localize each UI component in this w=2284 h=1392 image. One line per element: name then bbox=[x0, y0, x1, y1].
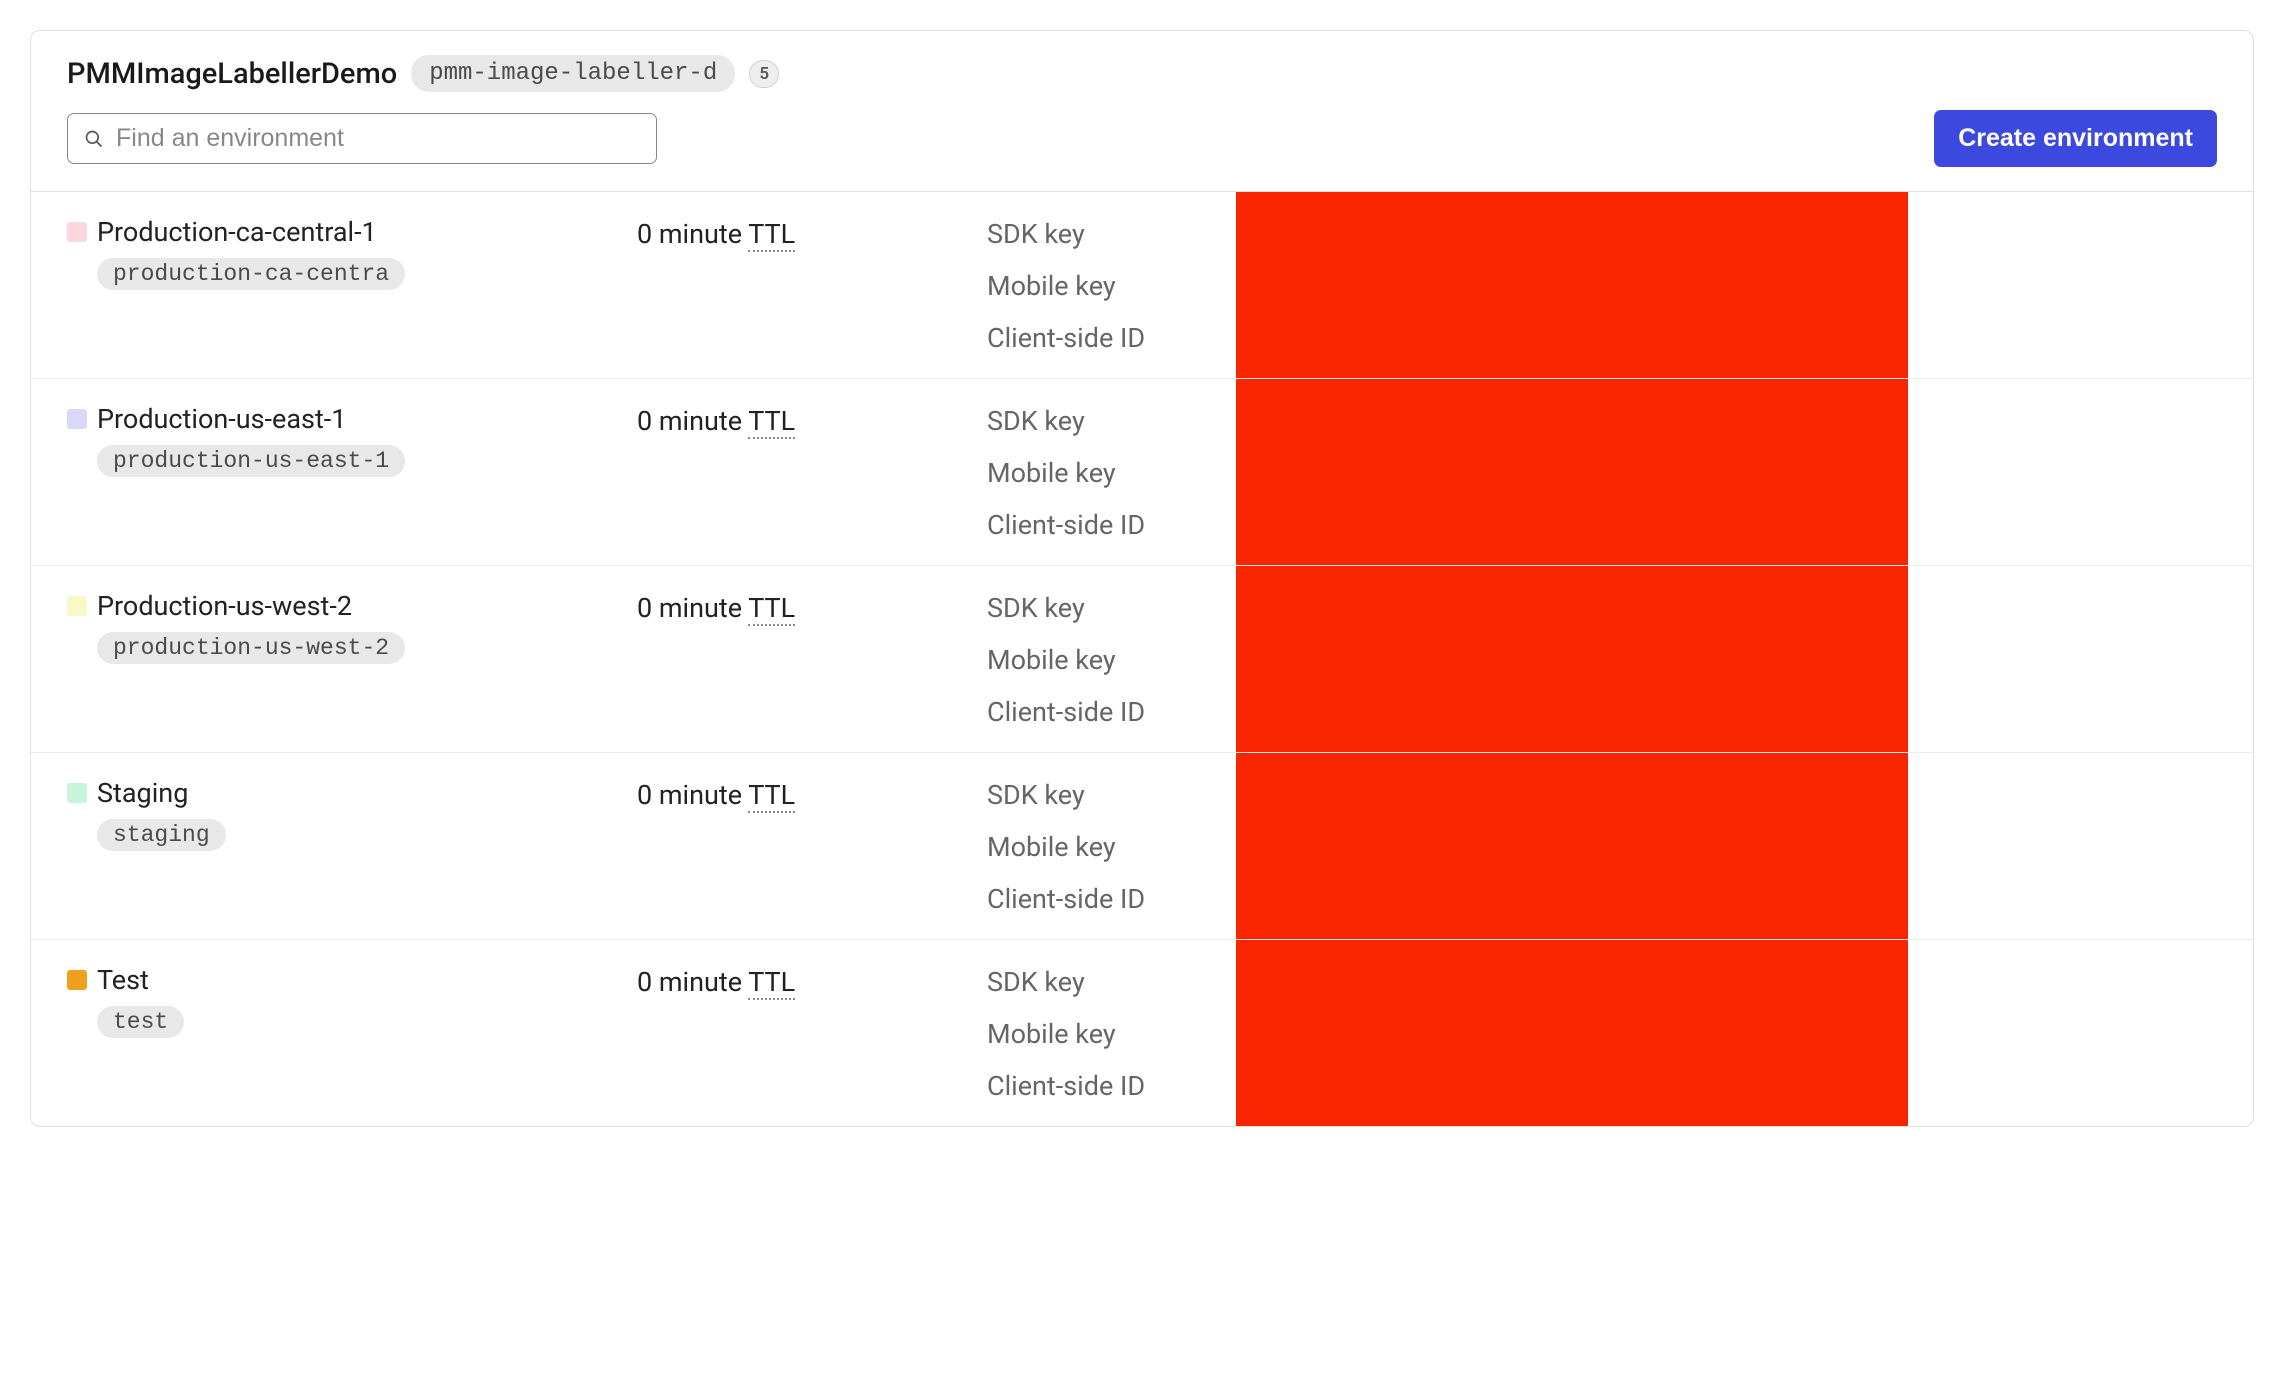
mobile-key-row: Mobile key bbox=[987, 831, 2217, 863]
client-key-row: Client-side ID bbox=[987, 509, 2217, 541]
search-input[interactable] bbox=[116, 124, 640, 153]
search-row: Create environment bbox=[67, 110, 2217, 167]
environment-row[interactable]: Production-us-east-1 production-us-east-1… bbox=[31, 379, 2253, 566]
ttl-column: 0 minute TTL bbox=[637, 403, 987, 437]
environment-name: Production-us-east-1 bbox=[97, 403, 346, 435]
environment-color-swatch bbox=[67, 409, 87, 429]
mobile-key-label: Mobile key bbox=[987, 457, 1116, 489]
sdk-key-row: SDK key bbox=[987, 779, 2217, 811]
environment-name: Production-us-west-2 bbox=[97, 590, 352, 622]
client-key-label: Client-side ID bbox=[987, 1070, 1145, 1102]
keys-column: SDK key Mobile key Client-side ID bbox=[987, 964, 2217, 1102]
client-key-label: Client-side ID bbox=[987, 322, 1145, 354]
environments-list: Production-ca-central-1 production-ca-cen… bbox=[31, 192, 2253, 1126]
client-key-label: Client-side ID bbox=[987, 883, 1145, 915]
environment-key-pill: test bbox=[97, 1006, 184, 1038]
environment-name: Test bbox=[97, 964, 149, 996]
environment-key-pill: production-us-east-1 bbox=[97, 445, 405, 477]
ttl-label: TTL bbox=[748, 405, 795, 439]
ttl-value: 0 minute bbox=[637, 405, 748, 437]
environment-name-column: Staging staging bbox=[67, 777, 637, 851]
ttl-label: TTL bbox=[748, 218, 795, 252]
sdk-key-label: SDK key bbox=[987, 779, 1085, 811]
environment-color-swatch bbox=[67, 970, 87, 990]
client-key-row: Client-side ID bbox=[987, 883, 2217, 915]
ttl-label: TTL bbox=[748, 779, 795, 813]
sdk-key-label: SDK key bbox=[987, 592, 1085, 624]
environment-name-column: Production-ca-central-1 production-ca-cen… bbox=[67, 216, 637, 290]
mobile-key-row: Mobile key bbox=[987, 270, 2217, 302]
environment-row[interactable]: Testtest0 minute TTLSDK keyMobile keyCli… bbox=[31, 940, 2253, 1126]
ttl-label: TTL bbox=[748, 592, 795, 626]
sdk-key-label: SDK key bbox=[987, 966, 1085, 998]
project-title: PMMImageLabellerDemo bbox=[67, 57, 397, 91]
ttl-column: 0 minute TTL bbox=[637, 964, 987, 998]
environment-color-swatch bbox=[67, 783, 87, 803]
environment-name: Staging bbox=[97, 777, 188, 809]
environment-name-column: Production-us-east-1 production-us-east-1 bbox=[67, 403, 637, 477]
environment-key-pill: staging bbox=[97, 819, 226, 851]
client-key-label: Client-side ID bbox=[987, 509, 1145, 541]
mobile-key-row: Mobile key bbox=[987, 1018, 2217, 1050]
ttl-column: 0 minute TTL bbox=[637, 216, 987, 250]
mobile-key-label: Mobile key bbox=[987, 270, 1116, 302]
environment-key-pill: production-ca-centra bbox=[97, 258, 405, 290]
environment-name-block: Test test bbox=[97, 964, 184, 1038]
environment-color-swatch bbox=[67, 596, 87, 616]
client-key-row: Client-side ID bbox=[987, 696, 2217, 728]
environment-name: Production-ca-central-1 bbox=[97, 216, 377, 248]
environment-name-block: Production-us-east-1 production-us-east-1 bbox=[97, 403, 405, 477]
ttl-column: 0 minute TTL bbox=[637, 777, 987, 811]
environment-name-block: Production-us-west-2 production-us-west-2 bbox=[97, 590, 405, 664]
mobile-key-label: Mobile key bbox=[987, 831, 1116, 863]
ttl-label: TTL bbox=[748, 966, 795, 1000]
ttl-value: 0 minute bbox=[637, 779, 748, 811]
mobile-key-label: Mobile key bbox=[987, 644, 1116, 676]
client-key-row: Client-side ID bbox=[987, 1070, 2217, 1102]
sdk-key-row: SDK key bbox=[987, 966, 2217, 998]
keys-column: SDK key Mobile key Client-side ID bbox=[987, 216, 2217, 354]
client-key-label: Client-side ID bbox=[987, 696, 1145, 728]
environment-name-block: Staging staging bbox=[97, 777, 226, 851]
environments-panel: PMMImageLabellerDemo pmm-image-labeller-… bbox=[30, 30, 2254, 1127]
sdk-key-row: SDK key bbox=[987, 405, 2217, 437]
ttl-column: 0 minute TTL bbox=[637, 590, 987, 624]
environment-row[interactable]: Production-us-west-2 production-us-west-2… bbox=[31, 566, 2253, 753]
environment-name-block: Production-ca-central-1 production-ca-cen… bbox=[97, 216, 405, 290]
environment-count-badge: 5 bbox=[749, 60, 779, 88]
sdk-key-label: SDK key bbox=[987, 405, 1085, 437]
title-row: PMMImageLabellerDemo pmm-image-labeller-… bbox=[67, 55, 2217, 92]
mobile-key-row: Mobile key bbox=[987, 644, 2217, 676]
search-icon bbox=[84, 129, 104, 149]
project-key-pill: pmm-image-labeller-d bbox=[411, 55, 735, 92]
mobile-key-label: Mobile key bbox=[987, 1018, 1116, 1050]
mobile-key-row: Mobile key bbox=[987, 457, 2217, 489]
keys-column: SDK key Mobile key Client-side ID bbox=[987, 590, 2217, 728]
environment-name-column: Production-us-west-2 production-us-west-2 bbox=[67, 590, 637, 664]
search-box[interactable] bbox=[67, 113, 657, 164]
sdk-key-row: SDK key bbox=[987, 218, 2217, 250]
ttl-value: 0 minute bbox=[637, 966, 748, 998]
keys-column: SDK key Mobile key Client-side ID bbox=[987, 777, 2217, 915]
client-key-row: Client-side ID bbox=[987, 322, 2217, 354]
environment-color-swatch bbox=[67, 222, 87, 242]
keys-column: SDK key Mobile key Client-side ID bbox=[987, 403, 2217, 541]
environment-row[interactable]: Production-ca-central-1 production-ca-cen… bbox=[31, 192, 2253, 379]
sdk-key-label: SDK key bbox=[987, 218, 1085, 250]
environment-key-pill: production-us-west-2 bbox=[97, 632, 405, 664]
environment-name-column: Test test bbox=[67, 964, 637, 1038]
ttl-value: 0 minute bbox=[637, 592, 748, 624]
panel-header: PMMImageLabellerDemo pmm-image-labeller-… bbox=[31, 31, 2253, 192]
ttl-value: 0 minute bbox=[637, 218, 748, 250]
create-environment-button[interactable]: Create environment bbox=[1934, 110, 2217, 167]
sdk-key-row: SDK key bbox=[987, 592, 2217, 624]
environment-row[interactable]: Stagingstaging0 minute TTLSDK keyMobile … bbox=[31, 753, 2253, 940]
